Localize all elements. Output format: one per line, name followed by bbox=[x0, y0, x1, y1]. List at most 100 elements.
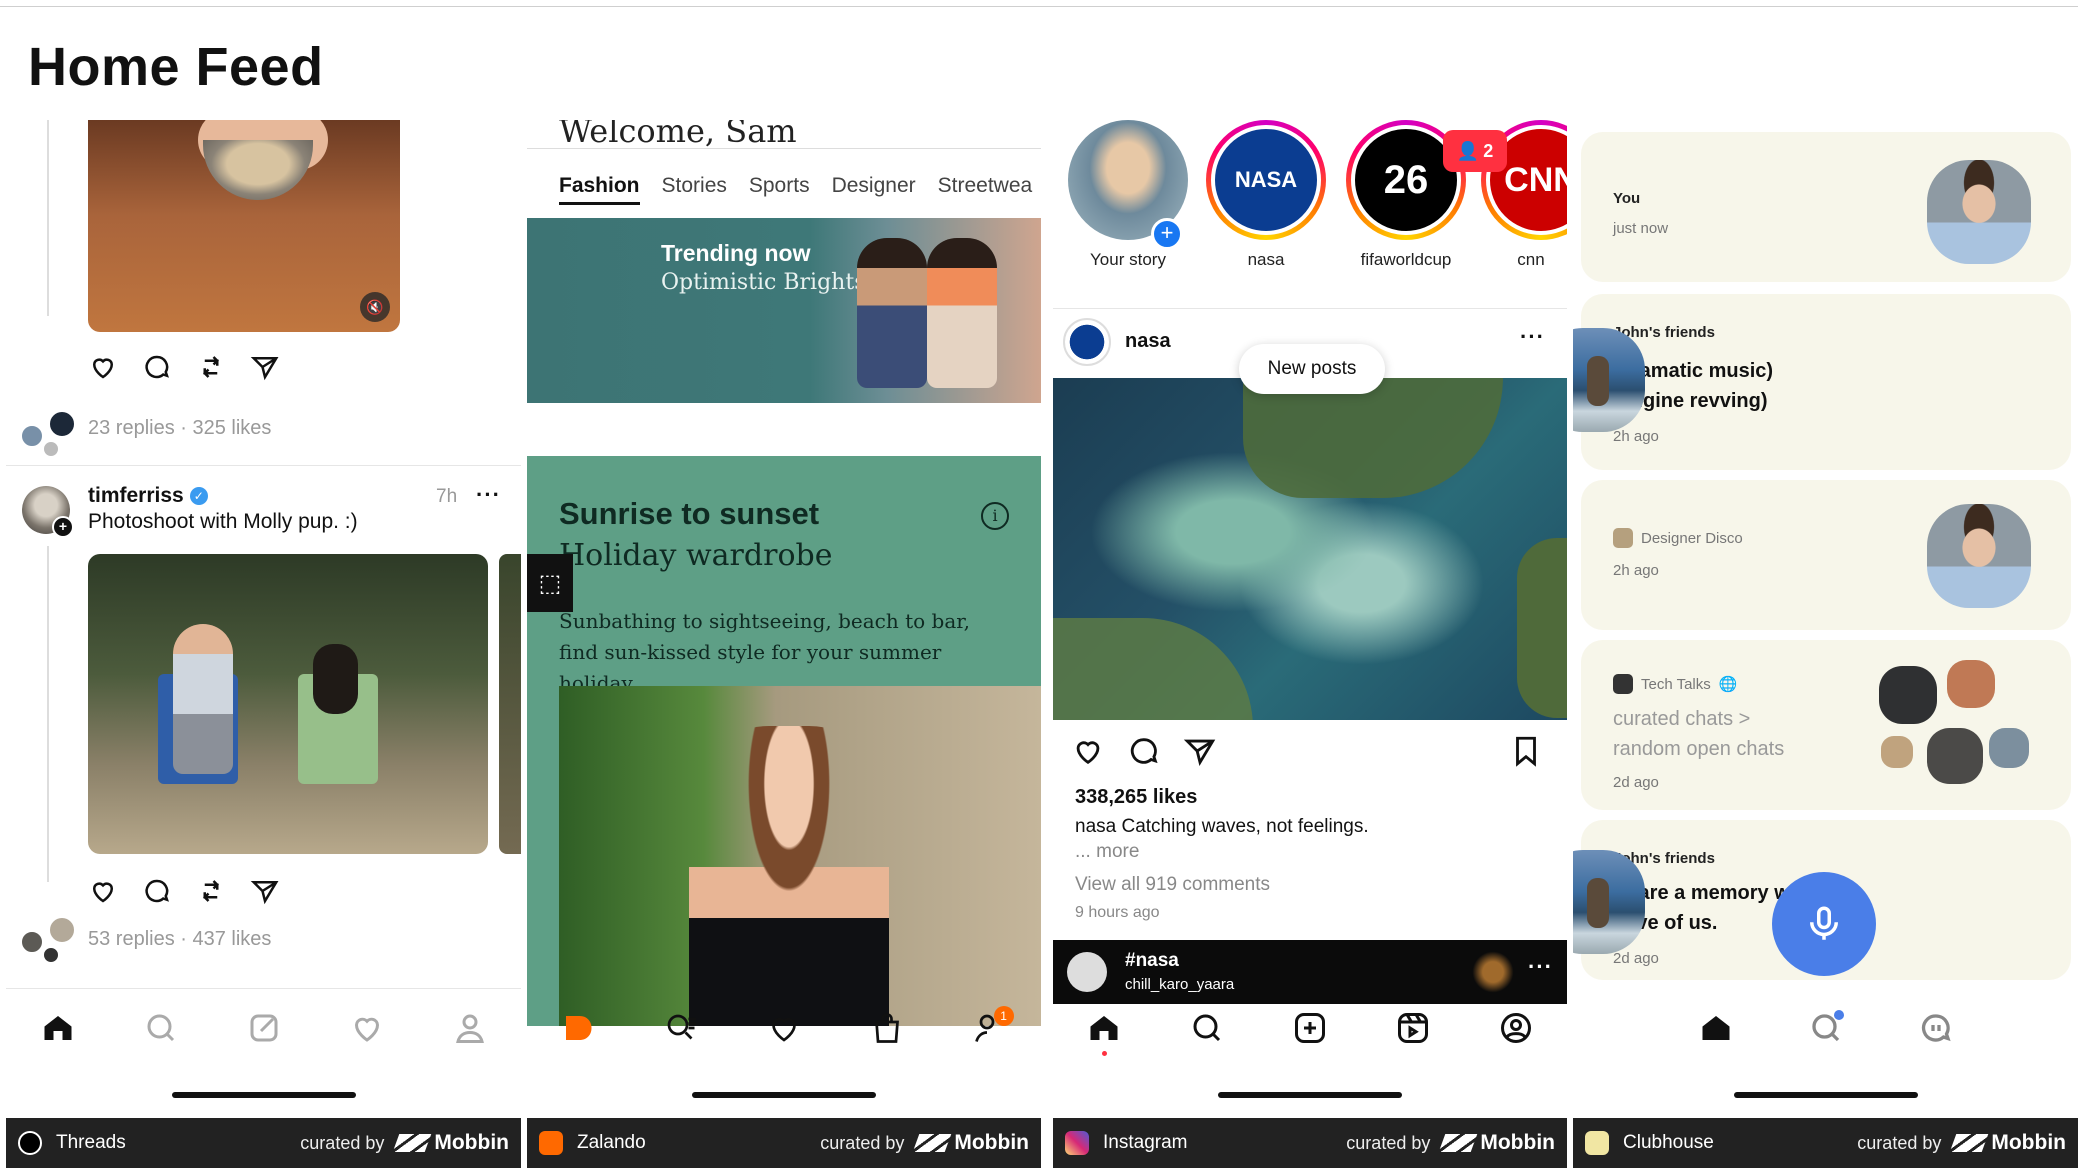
tab-fashion[interactable]: Fashion bbox=[559, 174, 640, 205]
home-icon[interactable] bbox=[1084, 1008, 1124, 1056]
create-icon[interactable] bbox=[1290, 1008, 1330, 1048]
like-icon[interactable] bbox=[1071, 734, 1105, 773]
tab-designer[interactable]: Designer bbox=[832, 174, 916, 205]
post-stats[interactable]: 23 replies · 325 likes bbox=[88, 417, 271, 440]
repost-icon[interactable] bbox=[196, 352, 226, 387]
post-username[interactable]: nasa bbox=[1125, 330, 1171, 353]
heart-icon[interactable] bbox=[347, 1008, 387, 1048]
thread-line bbox=[47, 546, 49, 882]
divider bbox=[1053, 308, 1567, 309]
model bbox=[927, 238, 997, 388]
post-time: 7h bbox=[436, 486, 458, 507]
dog bbox=[313, 644, 358, 714]
clubhouse-screen: You just now John's friends (dramatic mu… bbox=[1573, 120, 2078, 1168]
new-posts-pill[interactable]: New posts bbox=[1239, 344, 1385, 394]
avatar[interactable] bbox=[1927, 504, 2031, 608]
club-icon bbox=[1613, 528, 1633, 548]
post-username[interactable]: timferriss ✓ bbox=[88, 484, 208, 508]
tab-stories[interactable]: Stories bbox=[662, 174, 727, 205]
caption: nasa Catching waves, not feelings. bbox=[1075, 816, 1369, 837]
start-room-mic-button[interactable] bbox=[1772, 872, 1876, 976]
story-your[interactable]: + Your story bbox=[1063, 120, 1193, 270]
post-photo[interactable] bbox=[88, 554, 488, 854]
follow-plus-icon[interactable]: + bbox=[52, 516, 74, 538]
share-icon[interactable] bbox=[1183, 734, 1217, 773]
reel-hashtag: #nasa bbox=[1125, 950, 1179, 971]
card-title: curated chats > random open chats bbox=[1613, 708, 1785, 760]
share-icon[interactable] bbox=[250, 352, 280, 387]
repost-icon[interactable] bbox=[196, 876, 226, 911]
add-story-icon[interactable]: + bbox=[1151, 218, 1183, 250]
mobbin-icon bbox=[393, 1134, 432, 1152]
comment-icon[interactable] bbox=[1127, 734, 1161, 773]
crop-icon[interactable]: ⬚ bbox=[527, 554, 573, 612]
tab-bar: 1 bbox=[527, 983, 1041, 1073]
info-icon[interactable]: i bbox=[981, 502, 1009, 530]
wishlist-icon[interactable] bbox=[764, 1008, 804, 1048]
home-play-icon[interactable] bbox=[558, 1008, 598, 1048]
story-label: cnn bbox=[1517, 250, 1545, 269]
avatar[interactable] bbox=[1927, 160, 2031, 264]
home-icon[interactable] bbox=[38, 1008, 78, 1048]
stories-row: + Your story NASA nasa 26 fifaworldcup C… bbox=[1053, 120, 1567, 330]
profile-icon[interactable] bbox=[450, 1008, 490, 1048]
search-icon[interactable] bbox=[1187, 1008, 1227, 1048]
zalando-screen: Welcome, Sam Fashion Stories Sports Desi… bbox=[527, 120, 1041, 1168]
room-card[interactable]: You just now bbox=[1581, 132, 2071, 282]
tab-streetwear[interactable]: Streetwea bbox=[938, 174, 1033, 205]
instagram-screen: + Your story NASA nasa 26 fifaworldcup C… bbox=[1053, 120, 1567, 1168]
room-card[interactable]: John's friends (dramatic music) (engine … bbox=[1573, 294, 2071, 470]
mobbin-icon bbox=[1950, 1134, 1989, 1152]
avatar[interactable] bbox=[1063, 318, 1111, 366]
post-video[interactable]: 🔇 bbox=[88, 120, 400, 332]
search-icon[interactable] bbox=[141, 1008, 181, 1048]
mobbin-logo[interactable]: Mobbin bbox=[1950, 1131, 2066, 1155]
avatar[interactable] bbox=[1573, 328, 1645, 432]
more-options-icon[interactable]: ··· bbox=[476, 482, 501, 508]
home-indicator bbox=[692, 1092, 876, 1098]
campaign-card[interactable]: Sunrise to sunset Holiday wardrobe i Sun… bbox=[527, 456, 1041, 1026]
comment-icon[interactable] bbox=[142, 352, 172, 387]
post-stats[interactable]: 53 replies · 437 likes bbox=[88, 928, 271, 951]
home-icon[interactable] bbox=[1696, 1008, 1736, 1048]
mobbin-logo[interactable]: Mobbin bbox=[393, 1131, 509, 1155]
card-time: just now bbox=[1613, 220, 1669, 237]
reels-icon[interactable] bbox=[1393, 1008, 1433, 1048]
more-options-icon[interactable]: ··· bbox=[1520, 324, 1545, 350]
tab-bar bbox=[1053, 983, 1567, 1073]
bag-icon[interactable] bbox=[867, 1008, 907, 1048]
room-card[interactable]: Designer Disco 2h ago bbox=[1581, 480, 2071, 630]
search-icon[interactable] bbox=[1806, 1008, 1846, 1048]
follow-requests-badge[interactable]: 👤 2 bbox=[1443, 130, 1507, 172]
card-time: 2d ago bbox=[1613, 774, 1659, 791]
avatar[interactable] bbox=[1573, 850, 1645, 954]
like-icon[interactable] bbox=[88, 876, 118, 911]
compose-icon[interactable] bbox=[244, 1008, 284, 1048]
mobbin-logo[interactable]: Mobbin bbox=[1439, 1131, 1555, 1155]
mobbin-logo[interactable]: Mobbin bbox=[913, 1131, 1029, 1155]
post-actions bbox=[88, 876, 280, 911]
profile-icon[interactable] bbox=[1496, 1008, 1536, 1048]
view-comments-link[interactable]: View all 919 comments bbox=[1075, 874, 1270, 896]
person-icon: 👤 bbox=[1456, 140, 1480, 161]
search-icon[interactable] bbox=[661, 1008, 701, 1048]
share-icon[interactable] bbox=[250, 876, 280, 911]
campaign-photo[interactable] bbox=[559, 686, 1041, 1026]
post-photo[interactable] bbox=[1053, 378, 1567, 720]
messages-icon[interactable] bbox=[1916, 1008, 1956, 1048]
next-photo[interactable] bbox=[499, 554, 521, 854]
like-icon[interactable] bbox=[88, 352, 118, 387]
verified-icon: ✓ bbox=[189, 487, 208, 505]
likes-count[interactable]: 338,265 likes bbox=[1075, 786, 1197, 809]
tab-sports[interactable]: Sports bbox=[749, 174, 810, 205]
notification-dot bbox=[1833, 1010, 1844, 1020]
profile-icon[interactable]: 1 bbox=[970, 1006, 1014, 1048]
story-nasa[interactable]: NASA nasa bbox=[1201, 120, 1331, 270]
room-card[interactable]: Tech Talks 🌐 curated chats > random open … bbox=[1581, 640, 2071, 810]
more-link[interactable]: ... more bbox=[1075, 841, 1139, 863]
mute-icon[interactable]: 🔇 bbox=[360, 292, 390, 322]
bookmark-icon[interactable] bbox=[1509, 734, 1543, 773]
trending-banner[interactable]: Trending now Optimistic Brights bbox=[527, 218, 1041, 403]
comment-icon[interactable] bbox=[142, 876, 172, 911]
more-options-icon[interactable]: ··· bbox=[1528, 954, 1553, 980]
